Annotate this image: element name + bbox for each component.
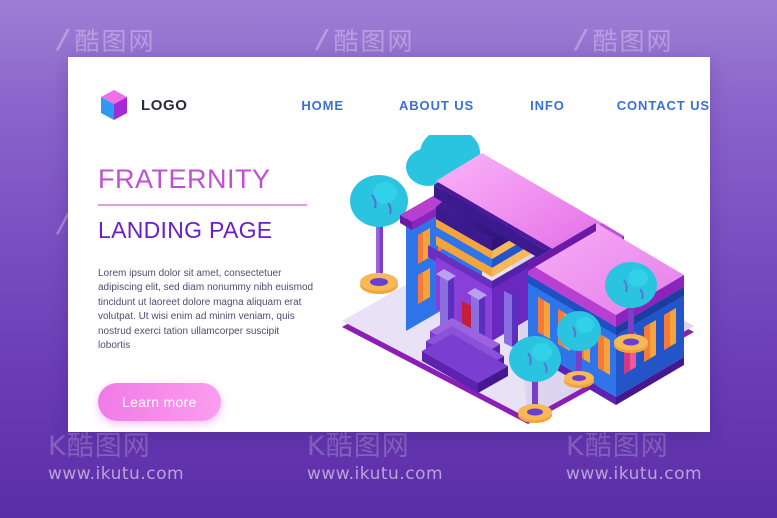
watermark-bottom-cell: K酷图网 www.ikutu.com [259,432,518,486]
watermark-text: 酷图网 [333,27,415,56]
watermark-row-bottom: K酷图网 www.ikutu.com K酷图网 www.ikutu.com K酷… [0,432,777,486]
brand-logo[interactable]: LOGO [100,89,229,121]
watermark-text: 酷图网 [74,27,156,56]
watermark-text: 酷图网 [592,27,674,56]
watermark-slash-icon: / [572,25,591,55]
hero-paragraph: Lorem ipsum dolor sit amet, consectetuer… [98,267,314,352]
watermark-slash-icon: / [54,25,73,55]
watermark-row-top: / 酷图网 / 酷图网 / 酷图网 [0,22,777,58]
landing-page-card: LOGO HOME ABOUT US INFO CONTACT US FRATE… [68,57,710,432]
nav-link-contact-us[interactable]: CONTACT US [617,98,710,113]
nav-link-about-us[interactable]: ABOUT US [399,98,474,113]
isometric-house-graphic [342,135,694,424]
hero-title: FRATERNITY [98,164,271,194]
hero-subtitle: LANDING PAGE [98,216,273,243]
learn-more-button[interactable]: Learn more [98,382,221,421]
watermark-logo: / 酷图网 [518,22,777,58]
watermark-bottom-cell: K酷图网 www.ikutu.com [0,432,259,486]
nav-link-info[interactable]: INFO [530,98,565,113]
watermark-brand-mark: K酷图网 [48,431,151,462]
watermark-logo: / 酷图网 [259,22,518,58]
hero-copy: FRATERNITY LANDING PAGE Lorem ipsum dolo… [98,162,350,421]
watermark-url: www.ikutu.com [307,464,444,484]
watermark-url: www.ikutu.com [566,464,703,484]
nav-link-home[interactable]: HOME [301,98,344,113]
main-navigation: HOME ABOUT US INFO CONTACT US [229,98,710,113]
tree-left [350,175,408,294]
isometric-cube-icon [100,89,128,121]
watermark-bottom-cell: K酷图网 www.ikutu.com [518,432,777,486]
hero-divider [98,204,307,206]
hero-illustration [332,135,704,425]
brand-label: LOGO [141,96,188,114]
page-root: / 酷图网 / 酷图网 / 酷图网 / 酷图网 / 酷图网 / 酷图网 K酷图网… [0,0,777,518]
watermark-brand-mark: K酷图网 [307,431,410,462]
watermark-brand-mark: K酷图网 [566,431,669,462]
watermark-url: www.ikutu.com [48,464,185,484]
watermark-logo: / 酷图网 [0,22,259,58]
watermark-slash-icon: / [313,25,332,55]
